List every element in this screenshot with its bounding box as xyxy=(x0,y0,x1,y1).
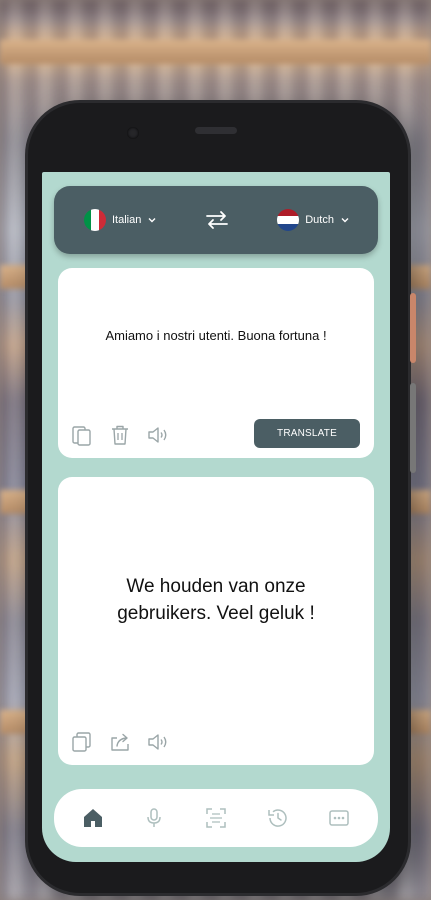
chevron-down-icon xyxy=(148,218,156,223)
copy-icon[interactable] xyxy=(70,730,94,754)
swap-languages-icon[interactable] xyxy=(204,210,230,230)
language-bar: Italian Dutch xyxy=(54,186,378,254)
source-language-selector[interactable]: Italian xyxy=(84,209,157,231)
target-language-selector[interactable]: Dutch xyxy=(277,209,350,231)
translate-button[interactable]: TRANSLATE xyxy=(254,419,360,448)
paste-icon[interactable] xyxy=(70,423,94,447)
target-language-label: Dutch xyxy=(305,214,334,226)
nav-home[interactable] xyxy=(80,805,106,831)
netherlands-flag-icon xyxy=(277,209,300,231)
more-icon xyxy=(329,810,349,826)
trash-icon[interactable] xyxy=(108,423,132,447)
output-card: We houden van onze gebruikers. Veel gelu… xyxy=(58,477,374,765)
chevron-down-icon xyxy=(341,218,349,223)
nav-more[interactable] xyxy=(326,805,352,831)
microphone-icon xyxy=(147,808,162,827)
bottom-navigation xyxy=(54,789,378,847)
shelf xyxy=(0,40,431,64)
input-card[interactable]: Amiamo i nostri utenti. Buona fortuna ! … xyxy=(58,268,374,458)
source-text[interactable]: Amiamo i nostri utenti. Buona fortuna ! xyxy=(58,328,374,343)
app-screen: Italian Dutch Amiamo i nostri utenti. Bu… xyxy=(42,172,390,862)
italy-flag-icon xyxy=(84,209,106,231)
speaker-icon[interactable] xyxy=(146,423,170,447)
home-icon xyxy=(83,809,102,827)
input-toolbar xyxy=(70,423,170,447)
scan-icon xyxy=(206,808,226,828)
history-icon xyxy=(267,809,287,827)
output-toolbar xyxy=(70,730,170,754)
front-camera xyxy=(127,127,139,139)
share-icon[interactable] xyxy=(108,730,132,754)
nav-scan[interactable] xyxy=(203,805,229,831)
translated-text: We houden van onze gebruikers. Veel gelu… xyxy=(117,576,315,624)
volume-button xyxy=(410,383,416,473)
nav-history[interactable] xyxy=(265,805,291,831)
source-language-label: Italian xyxy=(112,214,142,226)
speaker-icon[interactable] xyxy=(146,730,170,754)
earpiece xyxy=(195,127,237,134)
nav-voice[interactable] xyxy=(141,805,167,831)
power-button xyxy=(410,293,416,363)
